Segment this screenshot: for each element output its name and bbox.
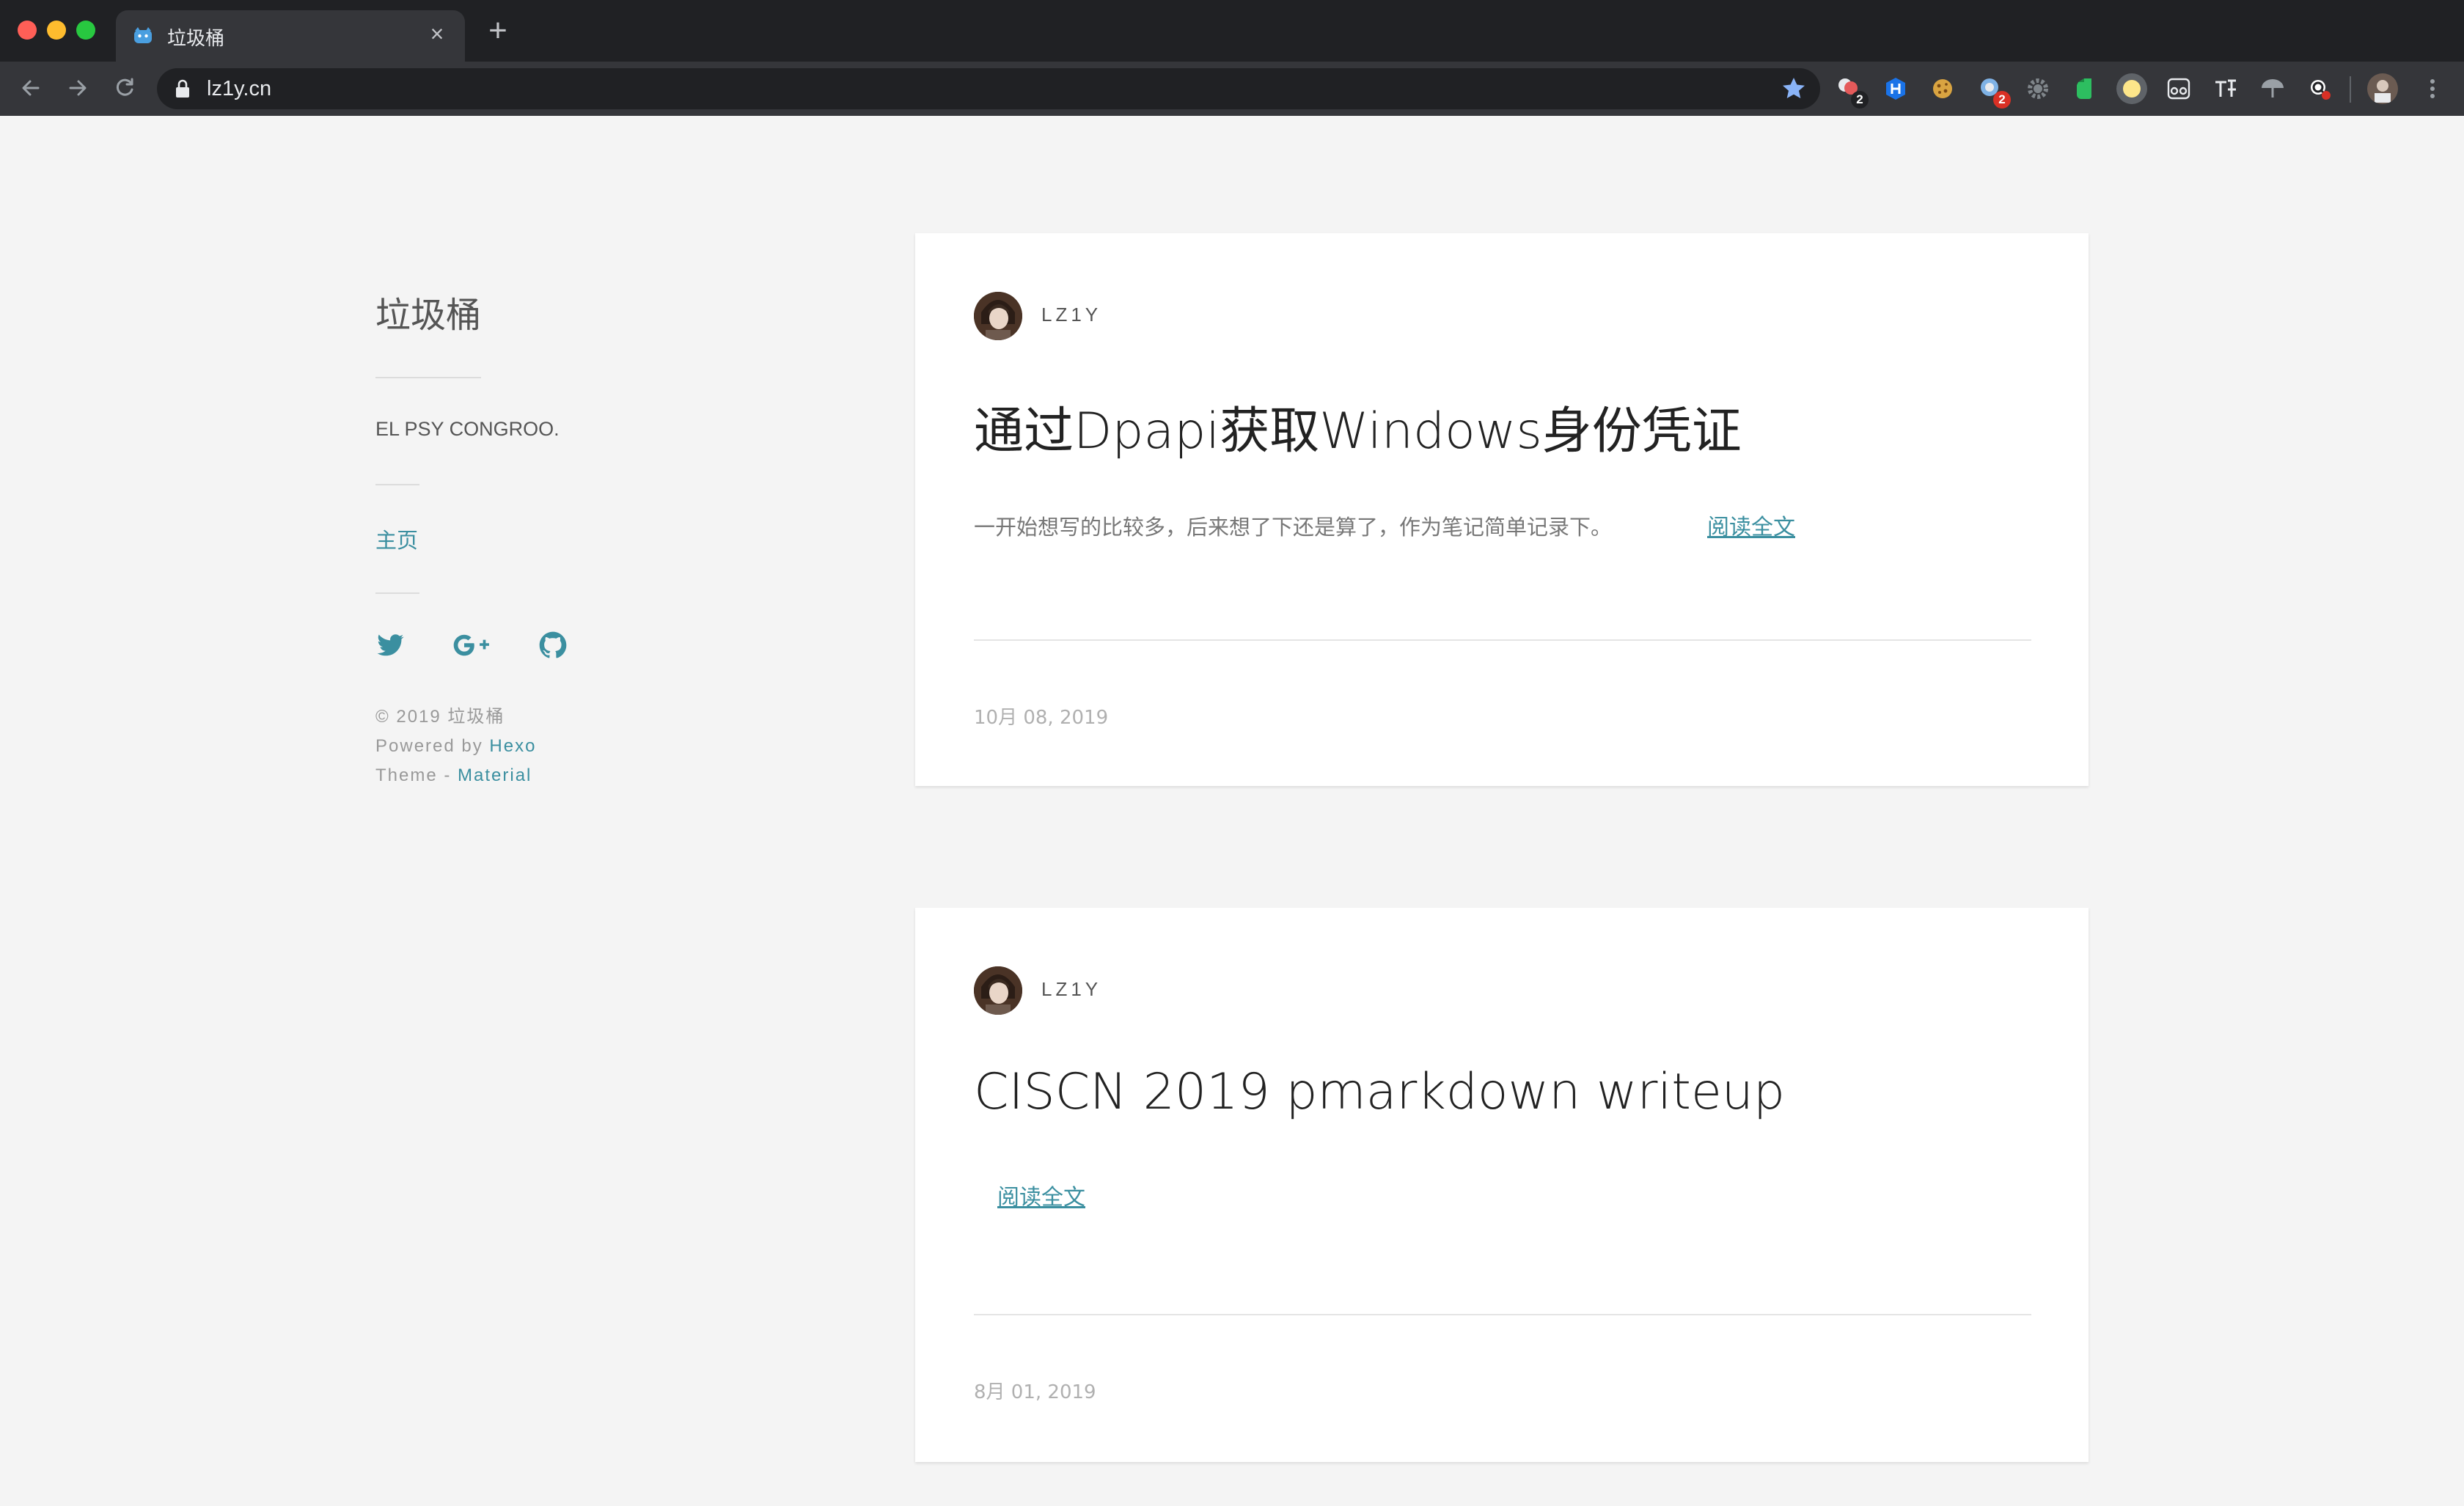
extension-badge: 2 (1993, 91, 2011, 109)
more-menu-icon[interactable] (2417, 73, 2448, 104)
maximize-window-button[interactable] (76, 21, 95, 40)
minimize-window-button[interactable] (47, 21, 66, 40)
footer-theme-label: Theme - (375, 765, 458, 785)
sidebar-footer: © 2019 垃圾桶 Powered by Hexo Theme - Mater… (375, 702, 536, 790)
post-card: LZ1Y 通过Dpapi获取Windows身份凭证 一开始想写的比较多，后来想了… (915, 233, 2089, 786)
tab-title: 垃圾桶 (167, 28, 225, 50)
h-blue-icon[interactable] (1880, 73, 1911, 104)
extension-badge: 2 (1851, 91, 1869, 109)
card-divider (974, 1314, 2031, 1315)
puzzle-red-icon[interactable]: 2 (1833, 73, 1869, 109)
blog-title[interactable]: 垃圾桶 (375, 286, 481, 337)
reload-icon[interactable] (110, 73, 139, 103)
browser-toolbar: lz1y.cn 2 2 (0, 62, 2464, 116)
close-window-button[interactable] (18, 21, 37, 40)
evernote-icon[interactable] (2069, 73, 2100, 104)
gear-grey-icon[interactable] (2023, 73, 2053, 104)
author-name[interactable]: LZ1Y (1041, 978, 1101, 1001)
toolbar-separator (2350, 76, 2351, 103)
post-date: 10月 08, 2019 (974, 707, 1109, 729)
card-divider (974, 639, 2031, 641)
cookie-icon[interactable] (1927, 73, 1958, 104)
twitter-icon[interactable] (374, 629, 406, 661)
author-name[interactable]: LZ1Y (1041, 304, 1101, 326)
forward-arrow-icon[interactable] (63, 73, 92, 103)
lock-icon[interactable] (175, 79, 191, 98)
sidebar-divider (375, 592, 419, 594)
footer-theme: Theme - Material (375, 761, 536, 790)
material-theme-link[interactable]: Material (458, 765, 532, 785)
post-card: LZ1Y CISCN 2019 pmarkdown writeup 阅读全文 8… (915, 908, 2089, 1462)
profile-avatar[interactable] (2367, 73, 2398, 104)
read-more-link[interactable]: 阅读全文 (1707, 509, 1795, 541)
bookmark-star-icon[interactable] (1781, 76, 1807, 102)
umbrella-icon[interactable] (2257, 73, 2288, 104)
browser-titlebar: 垃圾桶 × + (0, 0, 2464, 62)
globe-badge-icon[interactable]: 2 (1976, 73, 2011, 109)
post-date: 8月 01, 2019 (974, 1381, 1096, 1403)
address-bar[interactable]: lz1y.cn (157, 68, 1820, 109)
browser-tab[interactable]: 垃圾桶 × (116, 10, 465, 62)
footer-powered: Powered by Hexo (375, 732, 536, 761)
post-excerpt: 一开始想写的比较多，后来想了下还是算了，作为笔记简单记录下。 (974, 515, 1613, 540)
read-more-link[interactable]: 阅读全文 (997, 1179, 1085, 1211)
hexo-link[interactable]: Hexo (489, 736, 536, 756)
url-text[interactable]: lz1y.cn (207, 77, 271, 101)
new-tab-button[interactable]: + (484, 15, 512, 47)
translate-icon[interactable] (2210, 73, 2241, 104)
footer-copyright: © 2019 垃圾桶 (375, 707, 505, 727)
author-avatar[interactable] (974, 292, 1022, 340)
back-arrow-icon[interactable] (16, 73, 45, 103)
sidebar-divider (375, 377, 481, 378)
google-plus-icon[interactable] (452, 629, 493, 661)
glasses-icon[interactable] (2163, 73, 2194, 104)
nav-home-link[interactable]: 主页 (375, 524, 418, 554)
github-icon[interactable] (537, 629, 569, 661)
tab-close-icon[interactable]: × (425, 22, 449, 45)
github-cat-favicon-icon (132, 25, 154, 47)
footer-powered-label: Powered by (375, 736, 490, 756)
page-body: 垃圾桶 EL PSY CONGROO. 主页 © 2019 垃圾桶 Powere… (0, 116, 2464, 1506)
search-red-icon[interactable] (2304, 73, 2335, 104)
post-title[interactable]: 通过Dpapi获取Windows身份凭证 (974, 390, 1742, 463)
yellow-circle-icon[interactable] (2116, 73, 2147, 104)
post-title[interactable]: CISCN 2019 pmarkdown writeup (974, 1063, 1785, 1121)
author-avatar[interactable] (974, 966, 1022, 1015)
sidebar-divider (375, 484, 419, 485)
blog-motto: EL PSY CONGROO. (375, 418, 560, 440)
